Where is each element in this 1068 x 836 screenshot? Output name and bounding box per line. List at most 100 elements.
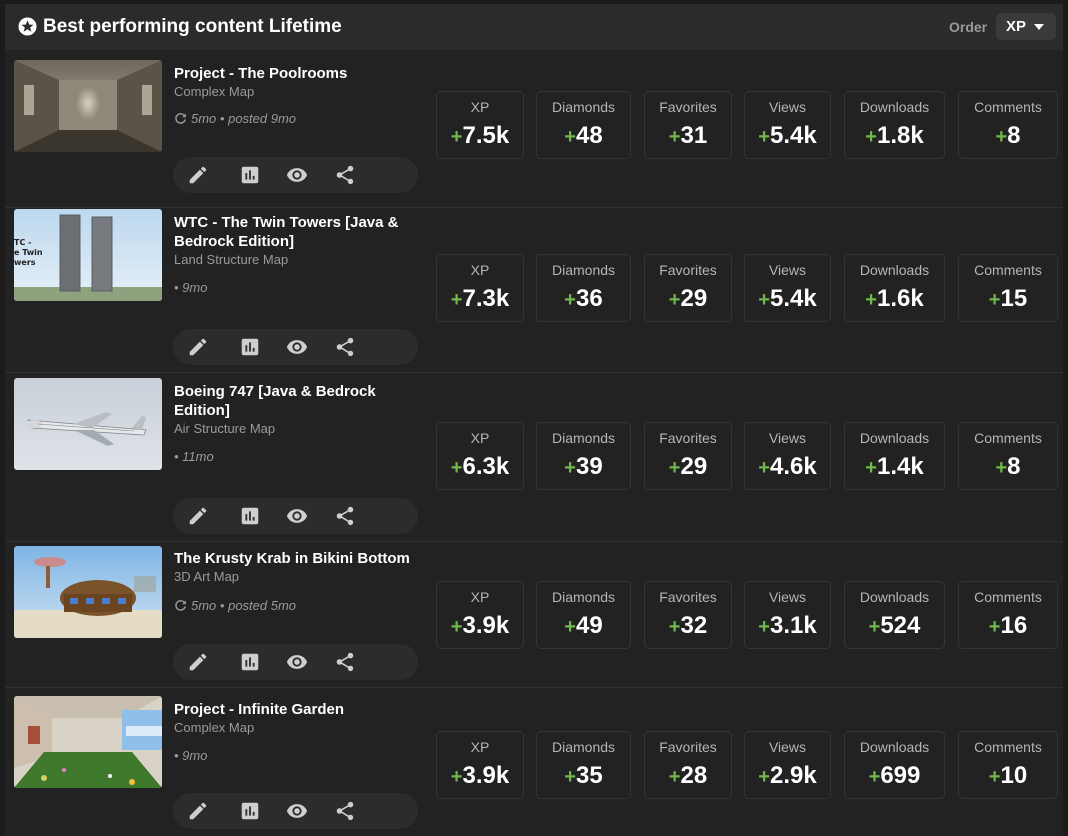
content-title[interactable]: The Krusty Krab in Bikini Bottom: [174, 549, 424, 568]
action-bar: [173, 498, 418, 534]
content-thumbnail[interactable]: TC - e Twin wers: [14, 209, 162, 301]
content-meta: 5mo • posted 9mo: [174, 111, 296, 126]
stats-icon: [241, 338, 259, 356]
stat-label: Views: [768, 99, 807, 115]
content-meta: • 11mo: [174, 449, 214, 464]
view-button[interactable]: [286, 336, 308, 358]
stat-xp: XP +6.3k: [436, 422, 524, 490]
posted-time: • 9mo: [174, 280, 208, 295]
stat-favorites: Favorites +31: [644, 91, 732, 159]
share-button[interactable]: [334, 164, 356, 186]
stat-views: Views +2.9k: [744, 731, 831, 799]
stat-downloads: Downloads +1.4k: [844, 422, 945, 490]
stat-label: Favorites: [659, 739, 717, 755]
stats-button[interactable]: [239, 800, 261, 822]
stat-value: +29: [668, 453, 708, 480]
action-bar: [173, 793, 418, 829]
share-icon: [336, 506, 354, 526]
action-bar: [173, 157, 418, 193]
view-button[interactable]: [286, 651, 308, 673]
stat-value: +15: [988, 285, 1028, 312]
stat-label: Comments: [974, 262, 1042, 278]
content-title[interactable]: WTC - The Twin Towers [Java & Bedrock Ed…: [174, 213, 424, 251]
content-thumbnail[interactable]: [14, 60, 162, 152]
content-row: Project - Infinite Garden Complex Map • …: [5, 689, 1063, 836]
content-category: Complex Map: [174, 720, 255, 735]
share-button[interactable]: [334, 505, 356, 527]
stat-views: Views +3.1k: [744, 581, 831, 649]
edit-button[interactable]: [187, 505, 209, 527]
view-button[interactable]: [286, 505, 308, 527]
updated-time: 5mo: [191, 111, 217, 126]
order-dropdown[interactable]: XP: [996, 13, 1056, 40]
share-button[interactable]: [334, 800, 356, 822]
share-button[interactable]: [334, 336, 356, 358]
content-thumbnail[interactable]: [14, 546, 162, 638]
stat-comments: Comments +16: [958, 581, 1058, 649]
stat-label: Diamonds: [551, 262, 616, 278]
stat-value: +7.3k: [450, 285, 510, 312]
stats-icon: [241, 802, 259, 820]
view-icon: [286, 804, 308, 818]
stats-button[interactable]: [239, 336, 261, 358]
stat-diamonds: Diamonds +35: [536, 731, 631, 799]
svg-text:e Twin: e Twin: [14, 248, 43, 257]
stat-label: Downloads: [859, 739, 930, 755]
posted-time: • posted 9mo: [219, 111, 297, 126]
stat-label: XP: [470, 739, 490, 755]
refresh-icon: [175, 113, 186, 124]
content-category: Air Structure Map: [174, 421, 276, 436]
refresh-icon: [175, 600, 186, 611]
edit-button[interactable]: [187, 164, 209, 186]
stats-button[interactable]: [239, 164, 261, 186]
stat-favorites: Favorites +28: [644, 731, 732, 799]
content-title[interactable]: Project - Infinite Garden: [174, 700, 424, 719]
content-thumbnail[interactable]: [14, 378, 162, 470]
stat-value: +1.4k: [865, 453, 924, 480]
stat-value: +6.3k: [450, 453, 510, 480]
edit-button[interactable]: [187, 800, 209, 822]
stat-label: Downloads: [859, 430, 930, 446]
stat-label: Comments: [974, 430, 1042, 446]
stat-label: Favorites: [659, 430, 717, 446]
caret-down-icon: [1034, 24, 1044, 30]
stat-diamonds: Diamonds +49: [536, 581, 631, 649]
edit-button[interactable]: [187, 651, 209, 673]
content-row: Project - The Poolrooms Complex Map 5mo …: [5, 51, 1063, 208]
share-icon: [336, 652, 354, 672]
edit-icon: [189, 653, 207, 671]
stat-value: +39: [564, 453, 603, 480]
view-button[interactable]: [286, 164, 308, 186]
action-bar: [173, 644, 418, 680]
stat-downloads: Downloads +524: [844, 581, 945, 649]
view-icon: [286, 509, 308, 523]
stat-label: Views: [768, 589, 807, 605]
stat-value: +10: [988, 762, 1028, 789]
stat-label: Views: [768, 430, 807, 446]
stat-value: +8: [995, 122, 1021, 149]
content-title[interactable]: Boeing 747 [Java & Bedrock Edition]: [174, 382, 424, 420]
stat-value: +699: [868, 762, 921, 789]
posted-time: • 9mo: [174, 748, 208, 763]
stats-button[interactable]: [239, 651, 261, 673]
edit-button[interactable]: [187, 336, 209, 358]
stat-views: Views +5.4k: [744, 91, 831, 159]
content-thumbnail[interactable]: [14, 696, 162, 788]
view-button[interactable]: [286, 800, 308, 822]
panel-header: Best performing content Lifetime Order X…: [5, 4, 1063, 50]
stat-comments: Comments +10: [958, 731, 1058, 799]
content-title[interactable]: Project - The Poolrooms: [174, 64, 424, 83]
stats-button[interactable]: [239, 505, 261, 527]
stat-label: Downloads: [859, 589, 930, 605]
stat-value: +1.6k: [865, 285, 924, 312]
panel-title: Best performing content Lifetime: [43, 16, 342, 37]
stats-icon: [241, 507, 259, 525]
stat-value: +8: [995, 453, 1021, 480]
share-icon: [336, 801, 354, 821]
stat-downloads: Downloads +1.8k: [844, 91, 945, 159]
stat-xp: XP +7.5k: [436, 91, 524, 159]
share-icon: [336, 337, 354, 357]
share-button[interactable]: [334, 651, 356, 673]
stat-label: XP: [470, 430, 490, 446]
view-icon: [286, 655, 308, 669]
